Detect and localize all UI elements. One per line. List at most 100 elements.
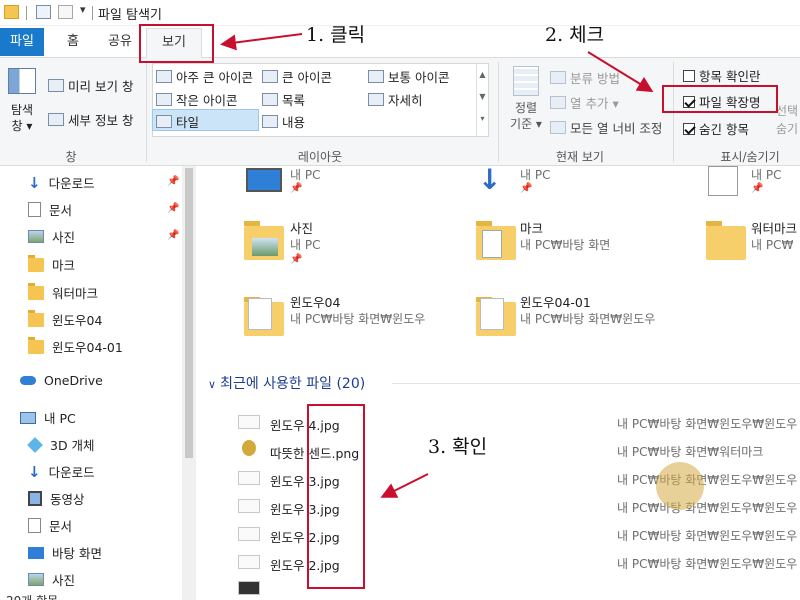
nav-item-watermark[interactable]: 워터마크 [28,282,98,302]
nav-item-documents[interactable]: 문서 [28,200,72,219]
folder-icon[interactable] [706,221,746,260]
annotation-step2: 2. 체크 [545,24,605,46]
pin-icon[interactable]: 📌 [167,230,179,241]
tab-share[interactable]: 공유 [100,28,140,56]
folder-location: 내 PC₩바탕 화면 [520,238,611,252]
pin-icon[interactable]: 📌 [520,183,532,194]
nav-item-window04[interactable]: 윈도우04 [28,309,102,329]
nav-item-3d-objects[interactable]: 3D 개체 [27,435,95,454]
nav-item-label: 사진 [52,573,76,588]
highlight-extensions-column [307,404,365,589]
hidden-items-label: 숨긴 항목 [699,122,749,137]
document-thumbnail [480,298,504,330]
folder-name[interactable]: 마크 [520,218,543,237]
group-by-button[interactable]: 분류 방법 [550,68,620,87]
nav-item-label: 문서 [49,519,73,534]
nav-item-videos[interactable]: 동영상 [28,489,85,508]
nav-item-pc-documents[interactable]: 문서 [28,516,72,535]
details-pane-button[interactable]: 세부 정보 창 [48,110,133,129]
nav-item-pc-pictures[interactable]: 사진 [28,570,75,589]
pin-icon[interactable]: 📌 [751,183,763,194]
document-icon [28,518,41,533]
ribbon-tab-bar: 파일 홈 공유 보기 [0,26,800,58]
list-view-icon [262,93,278,106]
layout-details[interactable]: 자세히 [368,90,423,109]
chevron-down-icon[interactable]: ∨ [208,378,216,391]
pin-icon[interactable]: 📌 [290,183,302,194]
tab-file[interactable]: 파일 [0,28,44,56]
add-column-label: 열 추가 ▾ [570,96,619,111]
tab-home[interactable]: 홈 [54,28,92,56]
hide-selected-button[interactable]: 선택 숨기 [776,102,798,138]
fit-columns-icon [550,121,566,134]
hidden-items-checkbox[interactable] [683,122,695,135]
download-arrow-icon[interactable]: ↓ [478,166,501,194]
layout-small-icons[interactable]: 작은 아이콘 [156,90,237,109]
annotation-step1: 1. 클릭 [306,24,366,46]
nav-item-onedrive[interactable]: OneDrive [20,373,103,388]
nav-scrollbar-thumb[interactable] [185,168,193,458]
folder-name[interactable]: 윈도우04 [290,292,340,311]
hidden-items-toggle[interactable]: 숨긴 항목 [683,119,749,138]
nav-item-mark[interactable]: 마크 [28,254,76,274]
nav-item-pictures[interactable]: 사진 [28,227,75,246]
pictures-icon [28,230,44,243]
preview-pane-label: 미리 보기 창 [68,79,134,94]
nav-item-label: 문서 [49,203,73,218]
layout-gallery-scroll[interactable]: ▲ ▼ ▾ [476,64,488,136]
group-label-current-view: 현재 보기 [556,150,604,164]
folder-name[interactable]: 사진 [290,218,313,237]
document-thumbnail [482,230,502,258]
folder-location: 내 PC [290,238,321,252]
new-folder-icon[interactable] [58,5,73,19]
pin-icon[interactable]: 📌 [167,203,179,214]
pin-icon[interactable]: 📌 [290,254,302,265]
nav-item-label: 마크 [52,258,76,273]
fit-columns-label: 모든 열 너비 조정 [570,121,663,136]
download-arrow-icon: ↓ [28,173,41,192]
download-arrow-icon: ↓ [28,462,41,481]
sort-by-button[interactable]: 정렬 기준 ▾ [506,66,546,146]
nav-pane-icon [8,68,36,94]
pin-icon[interactable]: 📌 [167,176,179,187]
item-checkbox-toggle[interactable]: 항목 확인란 [683,66,760,85]
nav-item-downloads[interactable]: ↓ 다운로드 [28,173,95,192]
highlight-view-tab [139,24,214,63]
qat-dropdown-icon[interactable]: ▾ [80,3,86,16]
properties-icon[interactable] [36,5,51,19]
folder-name[interactable]: 워터마크 [751,218,797,237]
layout-medium-icons[interactable]: 보통 아이콘 [368,67,449,86]
nav-item-desktop[interactable]: 바탕 화면 [28,543,102,562]
nav-item-window04-01[interactable]: 윈도우04-01 [28,336,123,356]
recent-files-header[interactable]: ∨ 최근에 사용한 파일 (20) [208,373,365,393]
monitor-icon[interactable] [246,168,282,192]
nav-item-label: 동영상 [50,492,85,507]
title-bar: ▾ 파일 탐색기 [0,0,800,26]
nav-pane-button[interactable]: 탐색 창 ▾ [6,68,38,148]
folder-name[interactable]: 윈도우04-01 [520,292,591,311]
cloud-icon [20,376,36,385]
layout-extra-large-icons[interactable]: 아주 큰 아이콘 [156,67,253,86]
nav-item-pc-downloads[interactable]: ↓ 다운로드 [28,462,95,481]
recent-file-path: 내 PC₩바탕 화면₩워터마크 [617,445,764,459]
group-by-label: 분류 방법 [570,71,620,86]
group-by-icon [550,71,566,84]
layout-large-icons[interactable]: 큰 아이콘 [262,67,332,86]
item-checkbox-box[interactable] [683,69,695,82]
layout-list[interactable]: 목록 [262,90,305,109]
explorer-app-icon [4,5,19,19]
fit-columns-button[interactable]: 모든 열 너비 조정 [550,118,662,137]
nav-item-this-pc[interactable]: 내 PC [20,408,76,427]
group-separator [498,62,499,162]
recent-file-path: 내 PC₩바탕 화면₩윈도우₩윈도우 [617,557,798,571]
document-icon[interactable] [708,166,738,196]
nav-item-label: 윈도우04-01 [52,340,123,355]
preview-pane-icon [48,79,64,92]
layout-item-label: 내용 [282,115,306,130]
preview-pane-button[interactable]: 미리 보기 창 [48,76,133,95]
layout-tiles[interactable]: 타일 [156,112,199,131]
layout-content[interactable]: 내용 [262,112,305,131]
add-column-button[interactable]: 열 추가 ▾ [550,93,619,112]
desktop-icon [28,546,44,559]
folder-location: 내 PC [290,168,321,182]
